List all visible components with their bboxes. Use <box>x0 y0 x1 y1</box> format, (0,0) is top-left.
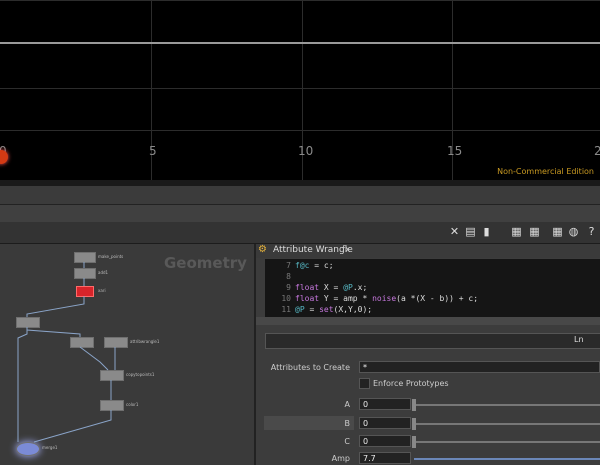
node-name-field[interactable]: fx <box>342 245 351 255</box>
link-icon[interactable]: ◍ <box>567 225 580 238</box>
bookmark-icon[interactable]: ▦ <box>551 225 564 238</box>
param-c-slider-handle[interactable] <box>412 436 416 448</box>
help-icon[interactable]: ▦ <box>510 225 523 238</box>
network-editor[interactable]: Geometry make_points add1 xari attribwra… <box>0 244 256 465</box>
wrench-icon[interactable]: ✕ <box>448 225 461 238</box>
param-amp-slider[interactable] <box>414 458 600 460</box>
tick-label: 20 <box>594 144 600 158</box>
timeline-bar[interactable] <box>0 186 600 205</box>
node-wires <box>17 262 116 443</box>
param-c-slider[interactable] <box>414 441 600 443</box>
tick-label: 5 <box>149 144 157 158</box>
grid-line <box>151 0 152 186</box>
grid-line <box>0 0 600 1</box>
parameter-icon[interactable]: ▤ <box>464 225 477 238</box>
param-amp-label: Amp <box>331 454 350 463</box>
line-indicator: Ln <box>574 335 584 344</box>
parameter-pane: ⚙ Attribute Wrangle fx 7 f@c = c; 8 9 floa… <box>256 244 600 465</box>
gear-icon[interactable]: ▦ <box>528 225 541 238</box>
node-type-label: Attribute Wrangle <box>273 245 353 255</box>
attributes-to-create-input[interactable]: * <box>359 361 600 373</box>
param-amp-input[interactable]: 7.7 <box>359 452 411 464</box>
grid-line <box>302 0 303 186</box>
param-b-slider-handle[interactable] <box>412 418 416 430</box>
param-c-input[interactable]: 0 <box>359 435 411 447</box>
param-b-slider[interactable] <box>414 423 600 425</box>
viewport[interactable]: 0 5 10 15 20 Non-Commercial Edition <box>0 0 600 186</box>
origin-point <box>0 150 8 164</box>
tick-label: 15 <box>447 144 463 158</box>
info-icon[interactable]: ▮ <box>480 225 493 238</box>
wrangle-node-icon: ⚙ <box>258 244 267 255</box>
grid-line <box>0 88 600 89</box>
param-a-label: A <box>344 400 350 409</box>
parameter-header: ⚙ Attribute Wrangle fx <box>256 244 600 258</box>
enforce-prototypes-checkbox[interactable] <box>359 378 370 389</box>
question-icon[interactable]: ? <box>585 225 598 238</box>
editor-resize-handle[interactable] <box>256 317 600 325</box>
code-line: 9 float X = @P.x; <box>286 283 368 292</box>
attributes-to-create-label: Attributes to Create <box>270 363 350 372</box>
code-line: 11 @P = set(X,Y,0); <box>281 305 373 314</box>
pane-toolbar: ✕ ▤ ▮ ▦ ▦ ▦ ◍ ? <box>0 222 600 244</box>
code-line: 8 <box>286 272 291 281</box>
param-a-slider[interactable] <box>414 404 600 406</box>
enforce-prototypes-label: Enforce Prototypes <box>373 379 449 388</box>
vex-code-editor[interactable]: 7 f@c = c; 8 9 float X = @P.x; 10 float Y =… <box>265 259 600 317</box>
grid-line <box>452 0 453 186</box>
tick-label: 10 <box>298 144 314 158</box>
code-status-bar <box>265 333 600 349</box>
param-c-label: C <box>344 437 350 446</box>
grid-line <box>0 130 600 131</box>
param-b-input[interactable]: 0 <box>359 417 411 429</box>
playbar[interactable] <box>0 205 600 222</box>
x-axis-line <box>0 42 600 44</box>
param-b-label: B <box>344 419 351 428</box>
code-line: 7 f@c = c; <box>286 261 334 270</box>
watermark: Non-Commercial Edition <box>497 167 594 176</box>
param-a-input[interactable]: 0 <box>359 398 411 410</box>
param-a-slider-handle[interactable] <box>412 399 416 411</box>
code-line: 10 float Y = amp * noise(a *(X - b)) + c; <box>281 294 479 303</box>
